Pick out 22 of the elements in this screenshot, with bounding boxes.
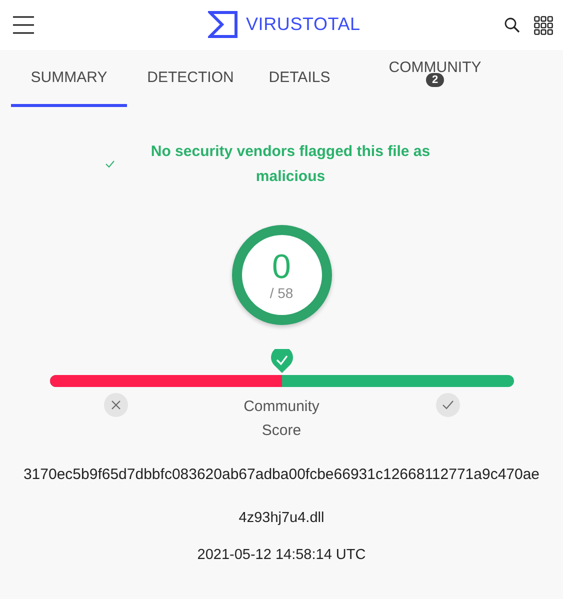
check-icon [104,160,114,168]
logo-text: VIRUSTOTAL [246,14,360,35]
count-badge: 2 [426,73,444,87]
search-icon[interactable] [504,17,520,33]
detection-total: / 58 [270,285,294,301]
tab[interactable]: COMMUNITY 2 [345,50,525,107]
close-icon [110,400,120,410]
vote-harmful-button[interactable] [104,393,128,417]
menu-icon[interactable] [13,15,34,35]
logo-icon [208,11,238,38]
tab[interactable]: DETAILS [254,50,345,107]
vote-harmless-button[interactable] [436,393,460,417]
score-label: Community Score [242,397,320,441]
check-icon [442,400,454,410]
tab[interactable]: DETECTION [127,50,254,107]
file-name: 4z93hj7u4.dll [238,510,324,526]
apps-grid-icon[interactable] [534,16,553,34]
detection-count: 0 [272,249,291,285]
verdict-message: No security vendors flagged this file as malicious [150,142,432,187]
tab[interactable]: SUMMARY [11,50,127,107]
scan-date: 2021-05-12 14:58:14 UTC [197,547,366,563]
file-hash: 3170ec5b9f65d7dbbfc083620ab67adba00fcbe66931c12668112771a9c470ae [22,465,541,485]
